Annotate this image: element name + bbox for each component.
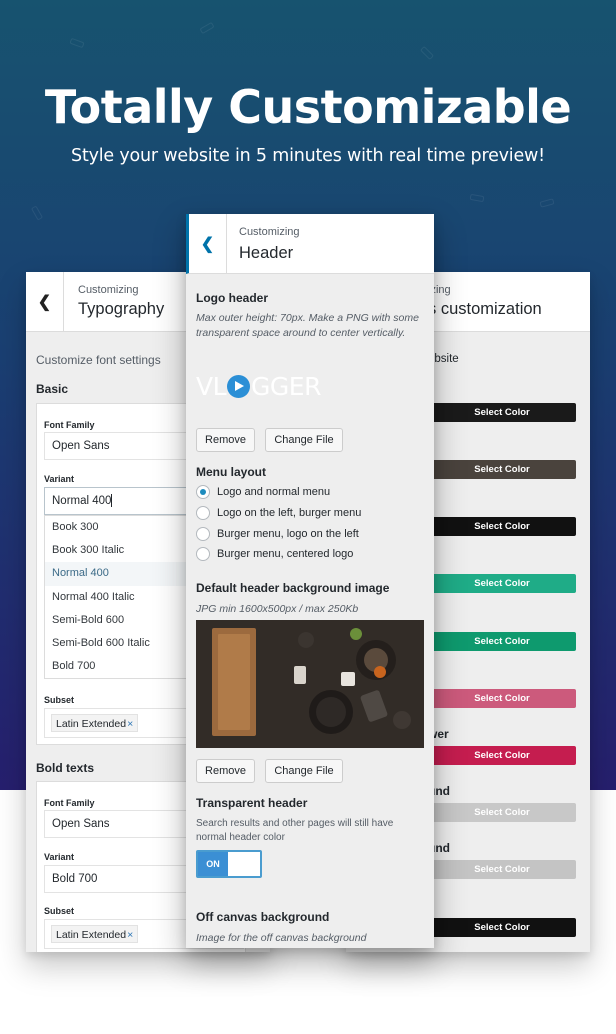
chevron-left-icon: ❮ [200,236,215,253]
radio-icon [196,547,210,561]
radio-icon [196,527,210,541]
font-family-label: Font Family [44,798,95,808]
remove-image-button[interactable]: Remove [196,759,255,783]
subset-tag-label: Latin Extended [56,718,127,730]
confetti-shape [199,21,215,35]
logo-text-right: GGER [251,372,321,401]
menu-layout-option[interactable]: Burger menu, centered logo [196,547,353,561]
bg-image-note: JPG min 1600x500px / max 250Kb [196,603,359,615]
select-color-button[interactable]: Select Color [428,918,576,937]
select-color-button[interactable]: Select Color [428,689,576,708]
play-icon [227,375,251,398]
radio-selected-icon [196,485,210,499]
menu-layout-option[interactable]: Logo on the left, burger menu [196,506,361,520]
radio-label: Logo and normal menu [217,486,331,498]
subset-label: Subset [44,695,75,705]
radio-label: Burger menu, logo on the left [217,528,359,540]
panel-title: Header [239,244,294,262]
toggle-knob [228,852,260,876]
offcanvas-note: Image for the off canvas background [196,932,367,944]
header-background-image [196,620,424,748]
menu-layout-heading: Menu layout [196,465,267,479]
radio-label: Logo on the left, burger menu [217,507,362,519]
chevron-left-icon: ❮ [37,294,52,311]
font-family-label: Font Family [44,420,95,430]
transparent-header-note: Search results and other pages will stil… [196,818,394,843]
remove-tag-icon[interactable]: × [127,718,133,730]
variant-label: Variant [44,474,75,484]
select-color-button[interactable]: Select Color [428,460,576,479]
select-color-button[interactable]: Select Color [428,403,576,422]
panel-intro: Customize font settings [36,353,161,367]
remove-tag-icon[interactable]: × [127,929,133,941]
vlogger-logo: VL GGER [196,372,321,401]
hero-subtitle: Style your website in 5 minutes with rea… [71,146,545,166]
variant-value: Normal 400 [52,495,112,507]
menu-layout-option[interactable]: Burger menu, logo on the left [196,527,359,541]
select-color-button[interactable]: Select Color [428,803,576,822]
subset-tag: Latin Extended× [51,925,139,943]
panel-kicker: Customizing [78,284,139,296]
subset-label: Subset [44,906,75,916]
logo-header-note: Max outer height: 70px. Make a PNG with … [196,312,419,339]
transparent-header-heading: Transparent header [196,796,308,810]
remove-logo-button[interactable]: Remove [196,428,255,452]
panel-title: Typography [78,300,165,318]
section-heading-bold: Bold texts [36,761,95,775]
offcanvas-heading: Off canvas background [196,910,330,924]
select-color-button[interactable]: Select Color [428,860,576,879]
radio-icon [196,506,210,520]
variant-label: Variant [44,852,75,862]
change-image-button[interactable]: Change File [265,759,343,783]
back-button[interactable]: ❮ [26,272,64,332]
confetti-shape [69,37,85,49]
hero-title: Totally Customizable [44,80,572,134]
transparent-header-toggle[interactable]: ON [196,850,262,878]
toggle-on-label: ON [198,852,228,876]
select-color-button[interactable]: Select Color [428,746,576,765]
radio-label: Burger menu, centered logo [217,548,354,560]
panel-kicker: Customizing [239,226,300,238]
subset-tag: Latin Extended× [51,714,139,732]
confetti-shape [30,205,44,221]
menu-layout-option[interactable]: Logo and normal menu [196,485,330,499]
panel-header: ❮ Customizing Header [186,214,434,274]
logo-header-heading: Logo header [196,291,269,305]
change-logo-button[interactable]: Change File [265,428,343,452]
select-color-button[interactable]: Select Color [428,574,576,593]
select-color-button[interactable]: Select Color [428,632,576,651]
confetti-shape [419,45,435,61]
confetti-shape [539,198,555,208]
select-color-button[interactable]: Select Color [428,517,576,536]
section-heading-basic: Basic [36,382,69,396]
bg-image-heading: Default header background image [196,581,390,595]
panel-title: s customization [428,300,542,318]
subset-tag-label: Latin Extended [56,929,127,941]
logo-text-left: VL [196,372,227,401]
header-panel: ❮ Customizing Header Logo header Max out… [186,214,434,948]
confetti-shape [469,193,485,203]
back-button[interactable]: ❮ [189,214,227,274]
